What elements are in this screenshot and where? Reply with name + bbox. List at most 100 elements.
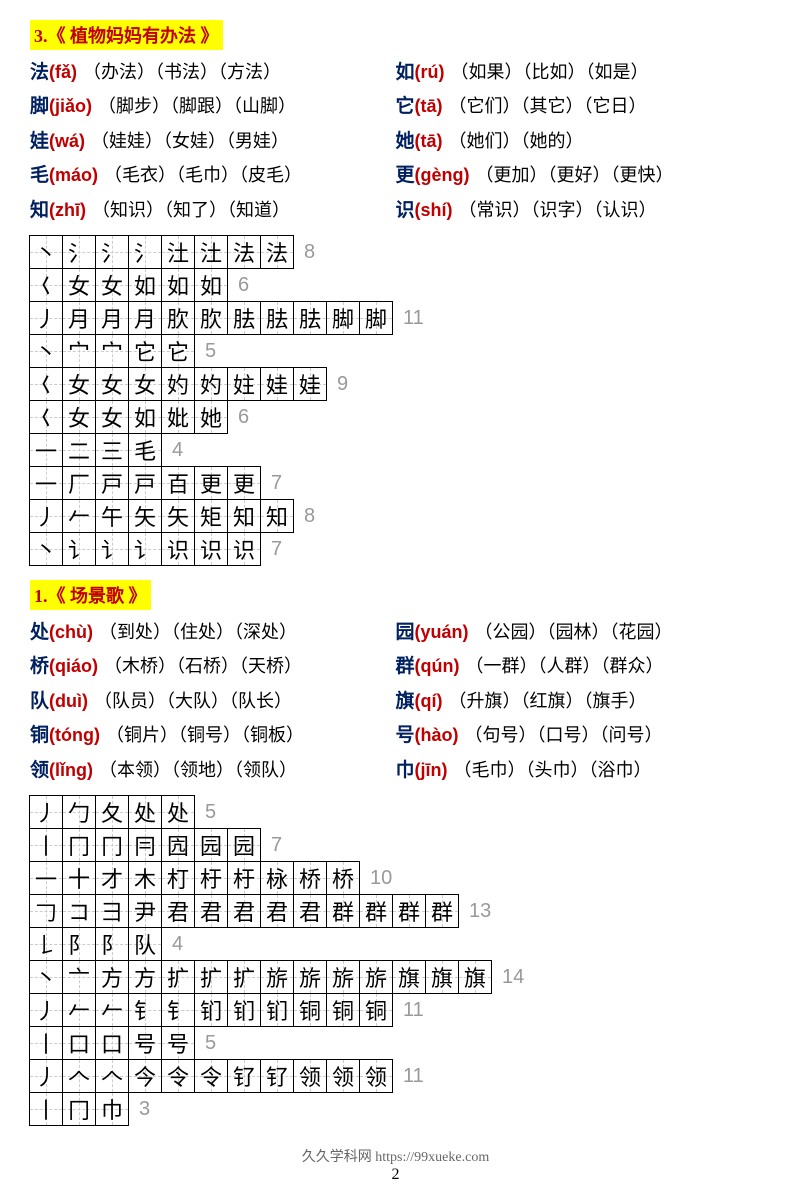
- vocab-char: 娃: [30, 127, 49, 157]
- stroke-box: 杅: [194, 861, 228, 895]
- vocab-pinyin: (tā): [415, 127, 443, 156]
- stroke-count: 14: [502, 966, 524, 989]
- vocab-row: 领(lǐng)（本领）（领地）（领队）巾 (jīn)（毛巾）（头巾）（浴巾）: [30, 756, 761, 786]
- stroke-box: 园: [227, 828, 261, 862]
- stroke-box: 冂: [62, 1092, 96, 1126]
- vocab-words: （办法）（书法）（方法）: [83, 58, 281, 87]
- vocab-row: 队(duì)（队员）（大队）（队长）旗(qí)（升旗）（红旗）（旗手）: [30, 687, 761, 717]
- stroke-box: 处: [128, 795, 162, 829]
- vocab-char: 知: [30, 196, 49, 226]
- stroke-box: 𠆢: [95, 1059, 129, 1093]
- stroke-box: 矢: [161, 499, 195, 533]
- stroke-box: 三: [95, 433, 129, 467]
- stroke-count: 7: [271, 472, 282, 495]
- vocab-col: 如(rú)（如果）（比如）（如是）: [396, 58, 762, 88]
- stroke-box: 巾: [95, 1092, 129, 1126]
- vocab-words: （更加）（更好）（更快）: [476, 161, 674, 190]
- section-title: 3.《 植物妈妈有办法 》: [30, 20, 223, 50]
- stroke-box: 方: [128, 960, 162, 994]
- stroke-row: 丶氵氵氵汢汢法法8: [30, 236, 761, 269]
- stroke-box: 脚: [359, 301, 393, 335]
- stroke-box: 丿: [29, 301, 63, 335]
- vocab-words: （队员）（大队）（队长）: [94, 687, 292, 716]
- stroke-row: 丿月月月肷肷胠胠胠脚脚11: [30, 302, 761, 335]
- vocab-words: （脚步）（脚跟）（山脚）: [98, 92, 296, 121]
- vocab-pinyin: (qiáo): [49, 652, 98, 681]
- stroke-box: 扩: [194, 960, 228, 994]
- stroke-box: 阝: [62, 927, 96, 961]
- stroke-box: 𡿨: [29, 367, 63, 401]
- stroke-box: 肷: [194, 301, 228, 335]
- stroke-box: 口: [95, 1026, 129, 1060]
- vocab-col: 群(qún)（一群）（人群）（群众）: [396, 652, 762, 682]
- vocab-char: 脚: [30, 92, 49, 122]
- vocab-pinyin: (zhī): [49, 196, 86, 225]
- vocab-words: （如果）（比如）（如是）: [451, 58, 649, 87]
- vocab-pinyin: (tā): [415, 92, 443, 121]
- stroke-box: 月: [62, 301, 96, 335]
- stroke-box: 讠: [128, 532, 162, 566]
- stroke-box: 如: [128, 400, 162, 434]
- vocab-char: 桥: [30, 652, 49, 682]
- vocab-row: 知(zhī)（知识）（知了）（知道）识(shí)（常识）（识字）（认识）: [30, 196, 761, 226]
- stroke-box: 丨: [29, 1092, 63, 1126]
- vocab-words: （公园）（园林）（花园）: [475, 618, 673, 647]
- stroke-box: 二: [62, 433, 96, 467]
- vocab-col: 更(gèng)（更加）（更好）（更快）: [396, 161, 762, 191]
- stroke-box: 丨: [29, 1026, 63, 1060]
- stroke-box: 戸: [95, 466, 129, 500]
- stroke-box: 丨: [29, 828, 63, 862]
- stroke-box: 脚: [326, 301, 360, 335]
- stroke-box: 群: [392, 894, 426, 928]
- stroke-box: 丶: [29, 960, 63, 994]
- stroke-box: 铜: [359, 993, 393, 1027]
- stroke-box: 令: [161, 1059, 195, 1093]
- stroke-box: 矩: [194, 499, 228, 533]
- stroke-box: 领: [359, 1059, 393, 1093]
- vocab-pinyin: (qí): [415, 687, 443, 716]
- stroke-box: 丿: [29, 993, 63, 1027]
- stroke-box: 丿: [29, 499, 63, 533]
- stroke-box: 钅: [161, 993, 195, 1027]
- stroke-box: 𡿨: [29, 268, 63, 302]
- stroke-count: 5: [205, 1032, 216, 1055]
- vocab-pinyin: (yuán): [415, 618, 469, 647]
- stroke-box: 群: [425, 894, 459, 928]
- stroke-box: 妁: [194, 367, 228, 401]
- vocab-char: 识: [396, 196, 415, 226]
- stroke-box: 君: [161, 894, 195, 928]
- stroke-box: 冂: [62, 828, 96, 862]
- stroke-box: 群: [326, 894, 360, 928]
- vocab-pinyin: (qún): [415, 652, 460, 681]
- vocab-words: （她们）（她的）: [449, 127, 584, 156]
- stroke-box: 知: [260, 499, 294, 533]
- stroke-box: 氵: [62, 235, 96, 269]
- stroke-box: 更: [227, 466, 261, 500]
- vocab-row: 处(chù)（到处）（住处）（深处）园(yuán)（公园）（园林）（花园）: [30, 618, 761, 648]
- vocab-section: 处(chù)（到处）（住处）（深处）园(yuán)（公园）（园林）（花园）桥(q…: [30, 618, 761, 786]
- stroke-box: 杅: [227, 861, 261, 895]
- vocab-col: 知(zhī)（知识）（知了）（知道）: [30, 196, 396, 226]
- stroke-row: 丨口口号号5: [30, 1027, 761, 1060]
- stroke-row: 𡿨女女如如如6: [30, 269, 761, 302]
- stroke-box: 才: [95, 861, 129, 895]
- stroke-section: 丶氵氵氵汢汢法法8𡿨女女如如如6丿月月月肷肷胠胠胠脚脚11丶宀宀它它5𡿨女女女妁…: [30, 236, 761, 566]
- vocab-char: 旗: [396, 687, 415, 717]
- vocab-pinyin: (lǐng): [49, 756, 93, 785]
- vocab-words: （升旗）（红旗）（旗手）: [449, 687, 647, 716]
- stroke-count: 6: [238, 274, 249, 297]
- stroke-box: 女: [95, 400, 129, 434]
- stroke-box: コ: [62, 894, 96, 928]
- stroke-box: 旂: [326, 960, 360, 994]
- stroke-box: 娃: [293, 367, 327, 401]
- stroke-box: 阝: [95, 927, 129, 961]
- stroke-box: 方: [95, 960, 129, 994]
- stroke-row: 丶亠方方扩扩扩旂旂旂旂旗旗旗14: [30, 961, 761, 994]
- vocab-col: 脚(jiǎo)（脚步）（脚跟）（山脚）: [30, 92, 396, 122]
- vocab-words: （一群）（人群）（群众）: [466, 652, 664, 681]
- stroke-box: 铜: [293, 993, 327, 1027]
- stroke-box: 讠: [95, 532, 129, 566]
- stroke-row: 一十才木朾杅杅栐桥桥10: [30, 862, 761, 895]
- stroke-count: 5: [205, 801, 216, 824]
- vocab-char: 群: [396, 652, 415, 682]
